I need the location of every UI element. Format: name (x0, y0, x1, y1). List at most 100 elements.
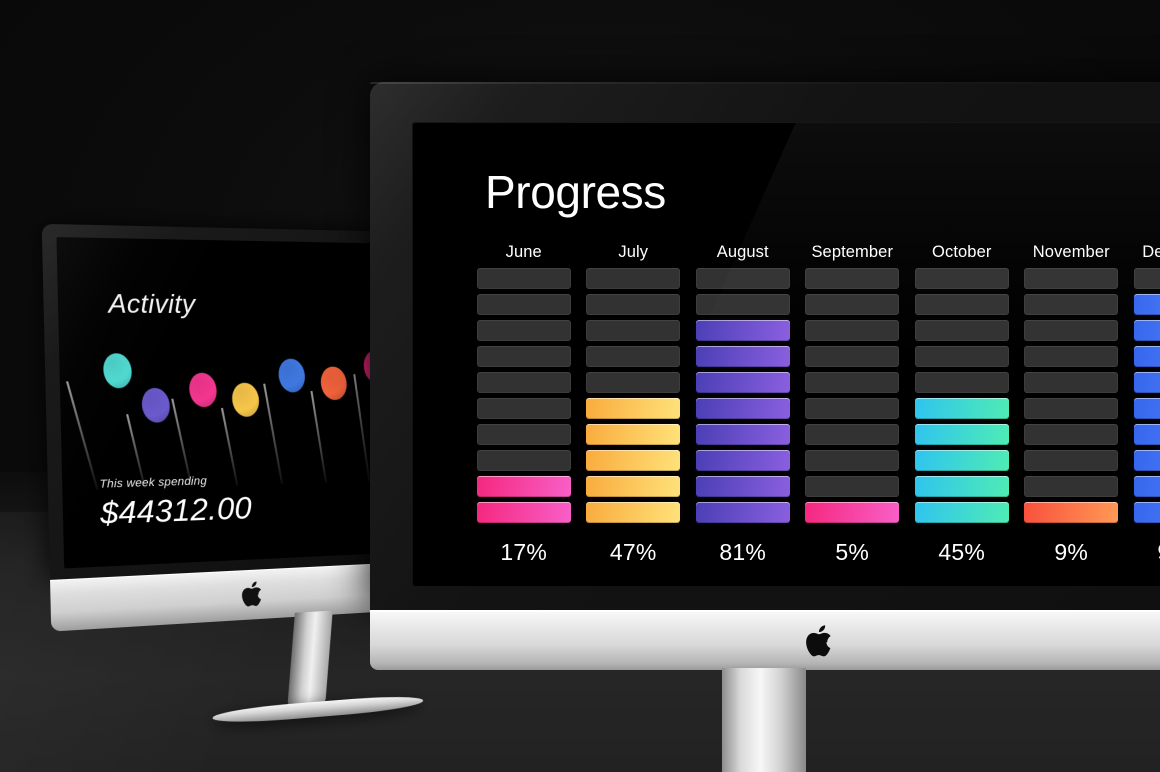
segment-empty (1024, 294, 1119, 315)
segment-empty (1024, 346, 1119, 367)
imac-left-screen[interactable]: Activity This week spending $44312.00 (56, 237, 381, 569)
segment-empty (476, 398, 571, 419)
column-month-label: December (1142, 243, 1160, 261)
segment-empty (805, 424, 900, 445)
activity-dot (229, 380, 262, 419)
activity-dot (318, 364, 349, 402)
segment-empty (1024, 320, 1119, 341)
imac-right: Progress June 17% July 47% August 81% Septembe… (370, 82, 1160, 772)
activity-title: Activity (108, 289, 196, 320)
segment-filled (476, 502, 571, 523)
activity-stem (263, 383, 283, 485)
segment-filled (695, 424, 790, 445)
activity-dot (276, 356, 308, 395)
segment-empty (586, 320, 681, 341)
segment-empty (695, 294, 790, 315)
progress-column-august[interactable]: August 81% (688, 241, 798, 565)
activity-dot-purple[interactable] (126, 330, 173, 489)
progress-column-september[interactable]: September 5% (798, 241, 908, 565)
segment-filled (586, 450, 681, 471)
segment-filled (695, 450, 790, 471)
segment-empty (805, 398, 900, 419)
segment-filled (1133, 450, 1160, 471)
segment-empty (476, 372, 571, 393)
segment-filled (586, 502, 681, 523)
segment-empty (914, 268, 1009, 289)
activity-lollipop-chart (59, 330, 381, 491)
segment-empty (695, 268, 790, 289)
segment-filled (805, 502, 900, 523)
segment-filled (695, 502, 790, 523)
activity-dot (139, 385, 173, 425)
activity-footer: This week spending $44312.00 (99, 474, 252, 533)
scene-background: Activity This week spending $44312.00 Pr… (0, 0, 1160, 772)
column-month-label: June (505, 243, 542, 261)
segment-filled (586, 398, 681, 419)
column-segments (805, 268, 900, 523)
segment-empty (586, 294, 681, 315)
column-month-label: September (811, 243, 894, 261)
segment-filled (586, 424, 681, 445)
imac-right-chin (370, 610, 1160, 670)
segment-empty (476, 424, 571, 445)
segment-filled (914, 424, 1009, 445)
segment-empty (1133, 268, 1160, 289)
segment-filled (914, 398, 1009, 419)
segment-filled (695, 372, 790, 393)
segment-filled (1024, 502, 1119, 523)
activity-dot-yellow[interactable] (219, 330, 262, 486)
segment-empty (476, 450, 571, 471)
segment-filled (1133, 294, 1160, 315)
segment-empty (914, 372, 1009, 393)
segment-filled (695, 320, 790, 341)
imac-left: Activity This week spending $44312.00 (41, 223, 426, 726)
apple-logo-icon (241, 581, 262, 607)
activity-dot-pink[interactable] (171, 330, 220, 488)
progress-column-december[interactable]: December91% (1126, 241, 1160, 565)
progress-column-july[interactable]: July 47% (579, 241, 689, 565)
column-segments (476, 268, 571, 523)
imac-left-stand-neck (287, 610, 333, 708)
column-percent-label: 17% (500, 539, 548, 565)
imac-left-bezel: Activity This week spending $44312.00 (41, 223, 392, 580)
segment-empty (914, 294, 1009, 315)
progress-column-november[interactable]: November 9% (1017, 241, 1127, 565)
segment-empty (805, 320, 900, 341)
activity-dot-blue[interactable] (263, 330, 308, 485)
column-month-label: July (618, 243, 649, 261)
activity-dot-teal[interactable] (66, 330, 134, 491)
activity-dot (186, 370, 220, 409)
column-month-label: October (932, 243, 992, 261)
activity-dot-orange[interactable] (309, 330, 349, 483)
column-segments (695, 268, 790, 523)
progress-column-october[interactable]: October 45% (907, 241, 1017, 565)
segment-empty (1024, 398, 1119, 419)
page-title: Progress (485, 166, 666, 218)
column-percent-label: 9% (1054, 539, 1089, 565)
segment-filled (1133, 502, 1160, 523)
segment-empty (1024, 476, 1119, 497)
column-percent-label: 5% (835, 539, 870, 565)
segment-empty (1024, 450, 1119, 471)
progress-column-june[interactable]: June 17% (469, 241, 579, 565)
segment-empty (586, 372, 681, 393)
segment-empty (805, 268, 900, 289)
column-segments (586, 268, 681, 523)
activity-stem (171, 398, 193, 488)
segment-filled (695, 398, 790, 419)
segment-empty (586, 346, 681, 367)
segment-filled (586, 476, 681, 497)
imac-right-screen[interactable]: Progress June 17% July 47% August 81% Septembe… (412, 122, 1160, 586)
segment-filled (1133, 398, 1160, 419)
segment-empty (476, 294, 571, 315)
segment-empty (805, 450, 900, 471)
progress-bar-chart: June 17% July 47% August 81% September 5% Octobe… (469, 241, 1160, 565)
activity-stem (310, 390, 327, 483)
segment-empty (586, 268, 681, 289)
segment-empty (805, 346, 900, 367)
segment-filled (1133, 320, 1160, 341)
column-segments (914, 268, 1009, 523)
segment-empty (476, 268, 571, 289)
segment-filled (914, 502, 1009, 523)
column-segments (1133, 268, 1160, 523)
